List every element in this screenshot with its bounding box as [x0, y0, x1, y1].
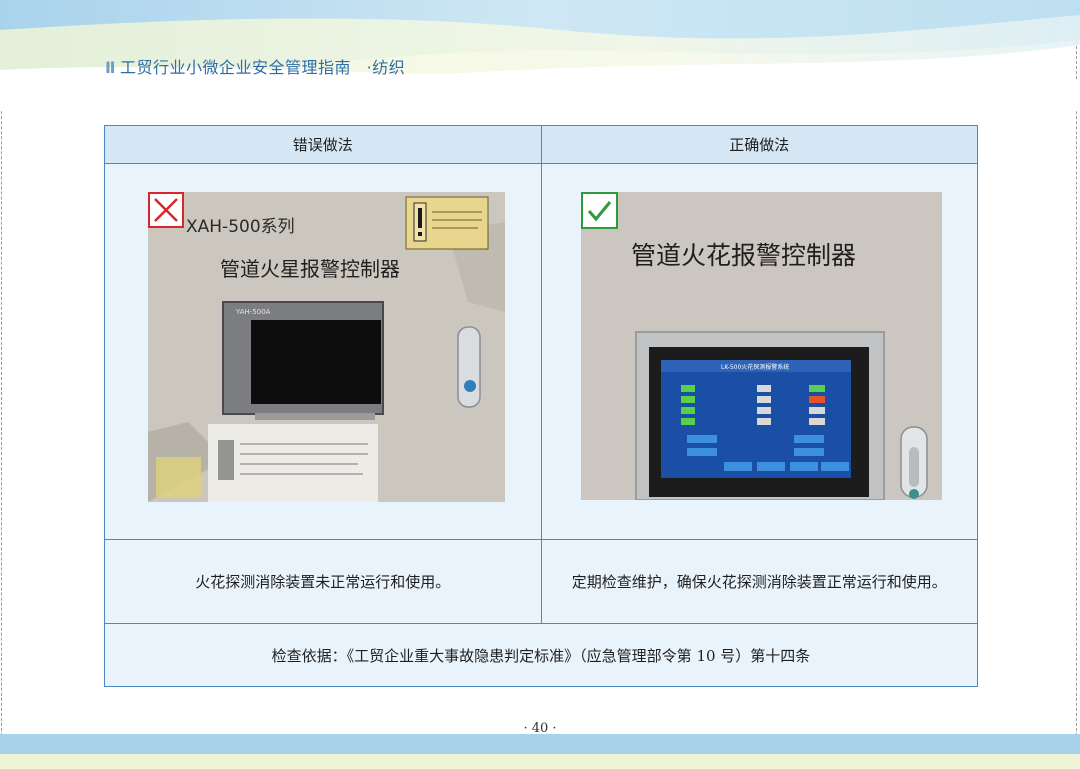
wrong-series-label: XAH-500系列: [186, 217, 295, 237]
column-header-right: 正确做法: [540, 125, 978, 164]
comparison-table: 错误做法 正确做法 XAH-500系列 管道火星报警控制器 YAH-500A 管…: [104, 125, 978, 687]
right-practice-photo: 管道火花报警控制器 LK-500火花探测报警系统: [580, 192, 942, 500]
right-screen-title: LK-500火花探测报警系统: [721, 363, 789, 371]
header-mark: Ⅱ: [105, 58, 117, 77]
right-description: 定期检查维护，确保火花探测消除装置正常运行和使用。: [540, 539, 978, 624]
header-title: Ⅱ 工贸行业小微企业安全管理指南 ·纺织: [105, 54, 405, 78]
right-photo-illustration: 管道火花报警控制器 LK-500火花探测报警系统: [580, 192, 942, 500]
column-header-wrong: 错误做法: [104, 125, 542, 164]
header-section: ·纺织: [366, 58, 406, 77]
right-photo-cell: 管道火花报警控制器 LK-500火花探测报警系统: [540, 163, 978, 540]
wrong-photo-cell: XAH-500系列 管道火星报警控制器 YAH-500A: [104, 163, 542, 540]
wrong-panel-model: YAH-500A: [235, 308, 271, 316]
wrong-photo-illustration: XAH-500系列 管道火星报警控制器 YAH-500A: [148, 192, 505, 502]
check-icon: [580, 192, 618, 229]
page-number: · 40 ·: [523, 721, 557, 736]
wrong-description: 火花探测消除装置未正常运行和使用。: [104, 539, 542, 624]
wrong-practice-photo: XAH-500系列 管道火星报警控制器 YAH-500A: [148, 192, 505, 502]
wrong-device-title: 管道火星报警控制器: [220, 257, 400, 281]
inspection-basis: 检查依据：《工贸企业重大事故隐患判定标准》（应急管理部令第 10 号）第十四条: [104, 623, 978, 687]
header-title-text: 工贸行业小微企业安全管理指南: [120, 58, 352, 77]
right-device-title: 管道火花报警控制器: [631, 241, 856, 270]
